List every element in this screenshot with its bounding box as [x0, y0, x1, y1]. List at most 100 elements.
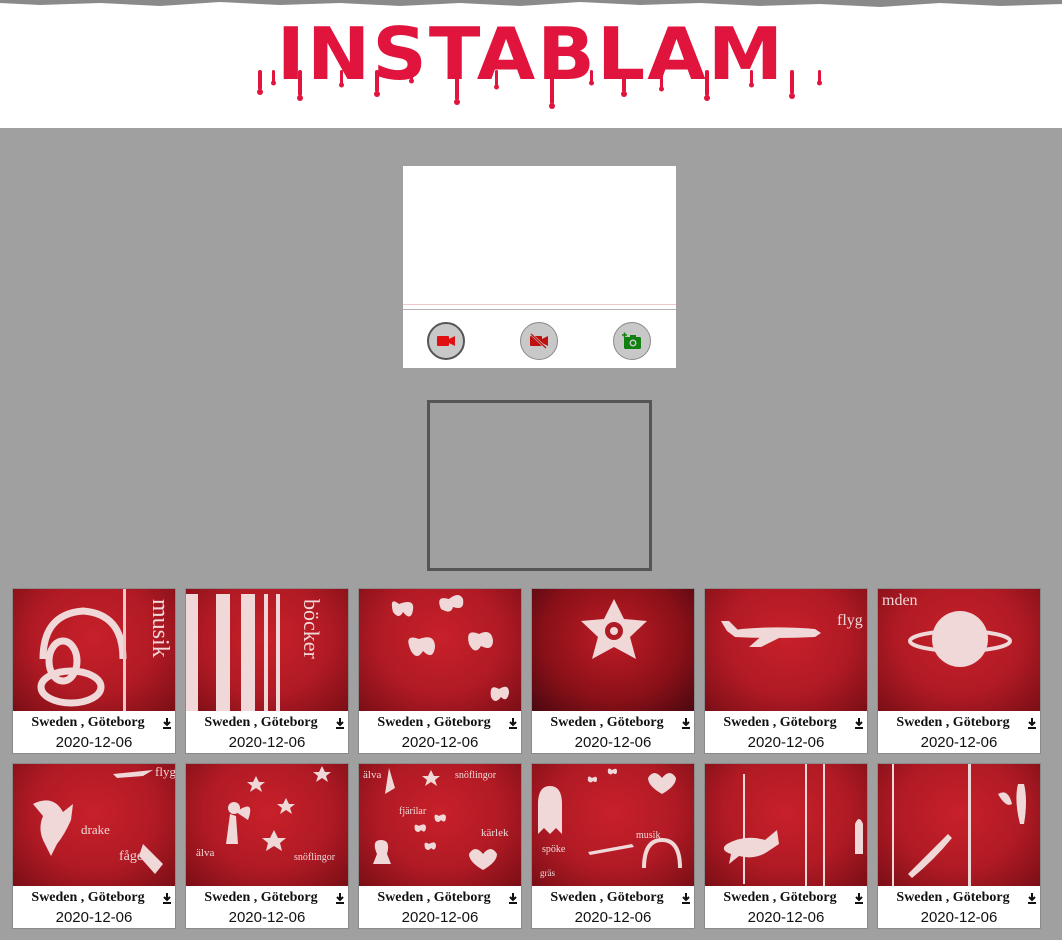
photo-image[interactable]	[705, 764, 867, 886]
photo-date: 2020-12-06	[55, 734, 133, 751]
svg-text:älva: älva	[363, 769, 381, 781]
download-icon[interactable]	[507, 891, 519, 905]
photo-date: 2020-12-06	[401, 734, 479, 751]
photo-card: Sweden , Göteborg 2020-12-06	[704, 763, 868, 929]
start-camera-button[interactable]	[427, 322, 465, 360]
photo-location: Sweden , Göteborg	[550, 715, 664, 730]
photo-date: 2020-12-06	[228, 734, 306, 751]
svg-text:snöflingor: snöflingor	[455, 770, 497, 781]
header: INSTABLAM	[0, 0, 1062, 128]
photo-location: Sweden , Göteborg	[550, 890, 664, 905]
snowflake-illustration	[581, 599, 647, 659]
photo-location: Sweden , Göteborg	[377, 890, 491, 905]
photo-image[interactable]: drake fågel flyg	[13, 764, 175, 886]
svg-text:musik: musik	[147, 599, 173, 658]
photo-preview-frame	[427, 400, 652, 571]
video-camera-icon	[437, 336, 455, 346]
logo-drips	[257, 70, 822, 109]
fern-illustration	[892, 764, 1026, 886]
photo-card: Sweden , Göteborg 2020-12-06	[358, 588, 522, 754]
photo-card: böcker Sweden , Göteborg 2020-12-06	[185, 588, 349, 754]
svg-text:fjärilar: fjärilar	[399, 806, 427, 817]
photo-card: Sweden , Göteborg 2020-12-06	[531, 588, 695, 754]
logo: INSTABLAM	[0, 0, 1062, 128]
airplane-illustration: flyg	[721, 612, 863, 647]
photo-date: 2020-12-06	[747, 909, 825, 926]
photo-location: Sweden , Göteborg	[204, 715, 318, 730]
photo-image[interactable]: spöke musik gräs	[532, 764, 694, 886]
photo-image[interactable]: musik	[13, 589, 175, 711]
photo-card: älva snöflingor Sweden , Göteborg 2020-1…	[185, 763, 349, 929]
svg-text:drake: drake	[81, 822, 110, 837]
dragon-illustration: drake fågel flyg	[33, 764, 175, 874]
photo-location: Sweden , Göteborg	[723, 890, 837, 905]
photo-image[interactable]	[359, 589, 521, 711]
photo-location: Sweden , Göteborg	[896, 715, 1010, 730]
fairy-illustration: älva snöflingor	[196, 766, 336, 863]
svg-text:gräs: gräs	[540, 868, 555, 878]
photo-image[interactable]	[532, 589, 694, 711]
svg-text:älva: älva	[196, 847, 214, 859]
photo-date: 2020-12-06	[747, 734, 825, 751]
download-icon[interactable]	[1026, 891, 1038, 905]
photo-date: 2020-12-06	[574, 734, 652, 751]
camera-controls	[403, 309, 676, 368]
books-illustration: böcker	[186, 594, 324, 711]
photo-date: 2020-12-06	[55, 909, 133, 926]
video-off-icon	[530, 333, 548, 349]
photo-location: Sweden , Göteborg	[31, 890, 145, 905]
download-icon[interactable]	[161, 891, 173, 905]
photo-location: Sweden , Göteborg	[204, 890, 318, 905]
take-photo-button[interactable]	[613, 322, 651, 360]
photo-date: 2020-12-06	[920, 734, 998, 751]
ghost-illustration: spöke musik gräs	[538, 768, 682, 878]
add-photo-icon	[622, 332, 641, 349]
svg-text:musik: musik	[636, 830, 660, 841]
photo-date: 2020-12-06	[574, 909, 652, 926]
svg-text:spöke: spöke	[542, 844, 566, 855]
photo-location: Sweden , Göteborg	[377, 715, 491, 730]
photo-location: Sweden , Göteborg	[31, 715, 145, 730]
download-icon[interactable]	[853, 716, 865, 730]
fairy-butterflies-illustration: älva snöflingor fjärilar kärlek	[363, 768, 509, 870]
svg-text:flyg: flyg	[155, 764, 175, 779]
download-icon[interactable]	[334, 716, 346, 730]
photo-image[interactable]	[878, 764, 1040, 886]
photo-location: Sweden , Göteborg	[723, 715, 837, 730]
fox-illustration	[723, 764, 863, 886]
svg-text:fågel: fågel	[119, 849, 147, 864]
svg-text:böcker: böcker	[299, 599, 324, 660]
download-icon[interactable]	[680, 891, 692, 905]
photo-date: 2020-12-06	[920, 909, 998, 926]
photo-image[interactable]: böcker	[186, 589, 348, 711]
photo-image[interactable]: älva snöflingor	[186, 764, 348, 886]
svg-text:kärlek: kärlek	[481, 827, 509, 839]
download-icon[interactable]	[1026, 716, 1038, 730]
download-icon[interactable]	[334, 891, 346, 905]
headphones-illustration: musik	[37, 589, 173, 711]
photo-image[interactable]: mden	[878, 589, 1040, 711]
photo-card: älva snöflingor fjärilar kärlek Sweden ,…	[358, 763, 522, 929]
camera-widget	[403, 166, 676, 368]
photo-location: Sweden , Göteborg	[896, 890, 1010, 905]
download-icon[interactable]	[853, 891, 865, 905]
download-icon[interactable]	[507, 716, 519, 730]
planet-illustration: mden	[882, 592, 1012, 667]
photo-date: 2020-12-06	[401, 909, 479, 926]
download-icon[interactable]	[161, 716, 173, 730]
photo-image[interactable]: flyg	[705, 589, 867, 711]
photo-image[interactable]: älva snöflingor fjärilar kärlek	[359, 764, 521, 886]
download-icon[interactable]	[680, 716, 692, 730]
photo-date: 2020-12-06	[228, 909, 306, 926]
photo-card: mden Sweden , Göteborg 2020-12-06	[877, 588, 1041, 754]
svg-text:mden: mden	[882, 592, 918, 609]
stop-camera-button[interactable]	[520, 322, 558, 360]
butterflies-illustration	[391, 595, 509, 701]
photo-card: spöke musik gräs Sweden , Göteborg 2020-…	[531, 763, 695, 929]
video-feed	[403, 166, 676, 305]
svg-text:snöflingor: snöflingor	[294, 852, 336, 863]
photo-card: Sweden , Göteborg 2020-12-06	[877, 763, 1041, 929]
photo-card: drake fågel flyg Sweden , Göteborg 2020-…	[12, 763, 176, 929]
photo-card: musik Sweden , Göteborg 2020-12-06	[12, 588, 176, 754]
svg-text:flyg: flyg	[837, 612, 863, 629]
